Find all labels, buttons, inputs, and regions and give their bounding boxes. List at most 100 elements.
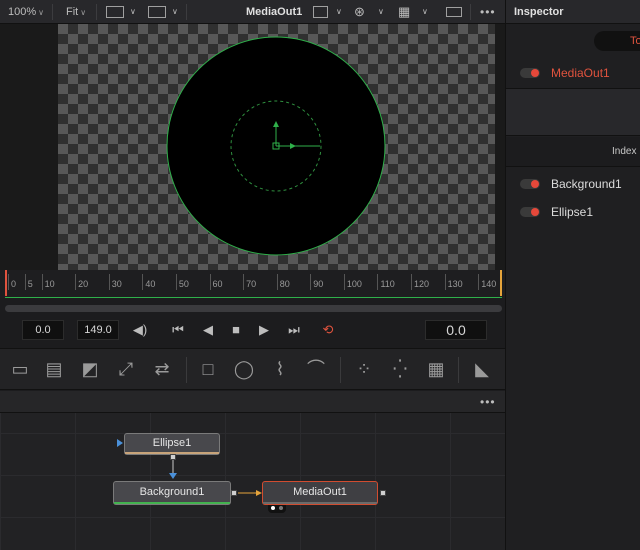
chevron-down-icon[interactable]: ∨ xyxy=(378,0,384,24)
ruler-tick-label: 10 xyxy=(44,279,55,289)
fit-value: Fit xyxy=(66,6,79,18)
tools-bar: ▭ ▤ ◩ ⤢ ⇄ □ ◯ ⌇ ⌒ ⁘ ⁛ ▦ ◣ xyxy=(0,348,505,390)
fast-forward-icon[interactable]: ⏭ xyxy=(282,320,306,340)
node-connections xyxy=(169,457,262,496)
ellipse-mask-icon[interactable]: ◯ xyxy=(232,357,256,381)
image-plane-icon[interactable]: ◩ xyxy=(78,357,102,381)
inspector-panel: Inspector To MediaOut1 Index Background1… xyxy=(505,0,640,550)
ruler-tick xyxy=(444,274,446,290)
ruler-tick xyxy=(343,274,345,290)
ruler-tick-label: 90 xyxy=(313,279,324,289)
timeline-ruler[interactable]: 0 5 10 20 30 40 50 60 70 80 90 100 110 120 130 140 xyxy=(0,270,505,298)
3d-shape-icon[interactable]: ◣ xyxy=(470,357,494,381)
loop-icon[interactable]: ⟲ xyxy=(317,320,339,340)
divider xyxy=(96,4,97,20)
node-editor-canvas[interactable]: Ellipse1 Background1 MediaOut1 xyxy=(0,413,505,550)
polygon-mask-icon[interactable]: ⌇ xyxy=(268,357,292,381)
tool-divider xyxy=(186,357,187,383)
split-view-icon[interactable] xyxy=(106,6,124,18)
node-enable-toggle[interactable] xyxy=(520,207,540,217)
node-enable-toggle[interactable] xyxy=(520,68,540,78)
node-label: MediaOut1 xyxy=(293,486,347,498)
inspector-item-label: Background1 xyxy=(551,177,622,191)
ruler-tick-label: 100 xyxy=(346,279,362,289)
zoom-select[interactable]: 100% ∨ xyxy=(8,0,44,24)
ruler-tick-label: 120 xyxy=(414,279,430,289)
chevron-down-icon[interactable]: ∨ xyxy=(336,0,342,24)
stop-icon[interactable]: ■ xyxy=(226,320,246,340)
mask-input-icon[interactable] xyxy=(117,439,123,447)
inspector-item-row[interactable]: Ellipse1 xyxy=(506,200,640,224)
particle-style-icon[interactable]: ▦ xyxy=(424,357,448,381)
aspect-ratio-icon[interactable] xyxy=(446,7,462,17)
current-time-field[interactable]: 0.0 xyxy=(425,320,487,340)
fit-select[interactable]: Fit ∨ xyxy=(66,0,86,24)
ruler-tick xyxy=(243,274,245,290)
inspector-item-row[interactable]: Background1 xyxy=(506,172,640,196)
node-color-bar xyxy=(263,502,377,504)
viewer-margin xyxy=(495,24,505,270)
ruler-tick-label: 50 xyxy=(178,279,189,289)
speaker-icon[interactable]: ◀) xyxy=(130,320,150,340)
node-ellipse[interactable]: Ellipse1 xyxy=(124,433,220,455)
more-options-icon[interactable]: ••• xyxy=(480,0,496,24)
ruler-track[interactable]: 0 5 10 20 30 40 50 60 70 80 90 100 110 120 130 140 xyxy=(5,270,502,298)
rewind-icon[interactable]: ⏮ xyxy=(166,320,190,340)
ruler-tick xyxy=(310,274,312,290)
grid-icon[interactable]: ▦ xyxy=(398,0,410,24)
time-scrubber[interactable] xyxy=(5,305,502,312)
rectangle-mask-icon[interactable]: □ xyxy=(196,357,220,381)
output-port[interactable] xyxy=(170,454,176,460)
ruler-tick-label: 60 xyxy=(212,279,223,289)
ruler-tick xyxy=(24,274,26,290)
bspline-mask-icon[interactable]: ⌒ xyxy=(304,357,328,381)
render-start-marker[interactable] xyxy=(5,270,7,296)
play-icon[interactable]: ▶ xyxy=(254,320,274,340)
color-channel-icon[interactable]: ⊛ xyxy=(354,0,365,24)
transform-tool-icon[interactable]: ⤢ xyxy=(114,357,138,381)
viewer-a-dot-icon xyxy=(271,506,275,510)
overlay-view-icon[interactable] xyxy=(148,6,166,18)
inspector-tab[interactable]: To xyxy=(594,31,640,51)
particle-emitter-icon[interactable]: ⁘ xyxy=(352,357,376,381)
inspector-index-row: Index xyxy=(506,137,640,167)
tool-divider xyxy=(458,357,459,383)
input-arrow-icon xyxy=(169,473,177,479)
divider xyxy=(470,4,471,20)
node-background[interactable]: Background1 xyxy=(113,481,231,505)
chevron-down-icon[interactable]: ∨ xyxy=(422,0,428,24)
node-enable-toggle[interactable] xyxy=(520,179,540,189)
viewer-indicator[interactable] xyxy=(268,505,286,513)
ruler-tick xyxy=(411,274,413,290)
node-color-bar xyxy=(114,502,230,504)
ruler-tick xyxy=(209,274,211,290)
chevron-down-icon[interactable]: ∨ xyxy=(172,0,178,24)
background-tool-icon[interactable]: ▭ xyxy=(8,357,32,381)
node-editor-header: ••• xyxy=(0,391,505,413)
swap-tool-icon[interactable]: ⇄ xyxy=(150,357,174,381)
viewer-canvas[interactable] xyxy=(58,24,495,270)
ellipse-overlay xyxy=(166,36,386,256)
global-start-field[interactable]: 0.0 xyxy=(22,320,64,340)
more-options-icon[interactable]: ••• xyxy=(480,391,496,413)
ruler-tick xyxy=(478,274,480,290)
tool-divider xyxy=(340,357,341,383)
output-port[interactable] xyxy=(380,490,386,496)
output-port[interactable] xyxy=(231,490,237,496)
viewer[interactable] xyxy=(0,24,505,270)
node-media-out[interactable]: MediaOut1 xyxy=(262,481,378,505)
ruler-tick xyxy=(108,274,110,290)
ruler-tick xyxy=(377,274,379,290)
lut-icon[interactable] xyxy=(313,6,328,18)
play-reverse-icon[interactable]: ◀ xyxy=(198,320,218,340)
render-end-marker[interactable] xyxy=(500,270,502,296)
global-end-field[interactable]: 149.0 xyxy=(77,320,119,340)
inspector-item-label: Ellipse1 xyxy=(551,205,594,219)
ruler-tick-label: 30 xyxy=(111,279,122,289)
chevron-down-icon[interactable]: ∨ xyxy=(130,0,136,24)
particle-render-icon[interactable]: ⁛ xyxy=(388,357,412,381)
ruler-tick xyxy=(276,274,278,290)
inspector-node-row[interactable]: MediaOut1 xyxy=(506,61,640,85)
merge-tool-icon[interactable]: ▤ xyxy=(42,357,66,381)
ruler-tick-label: 40 xyxy=(145,279,156,289)
